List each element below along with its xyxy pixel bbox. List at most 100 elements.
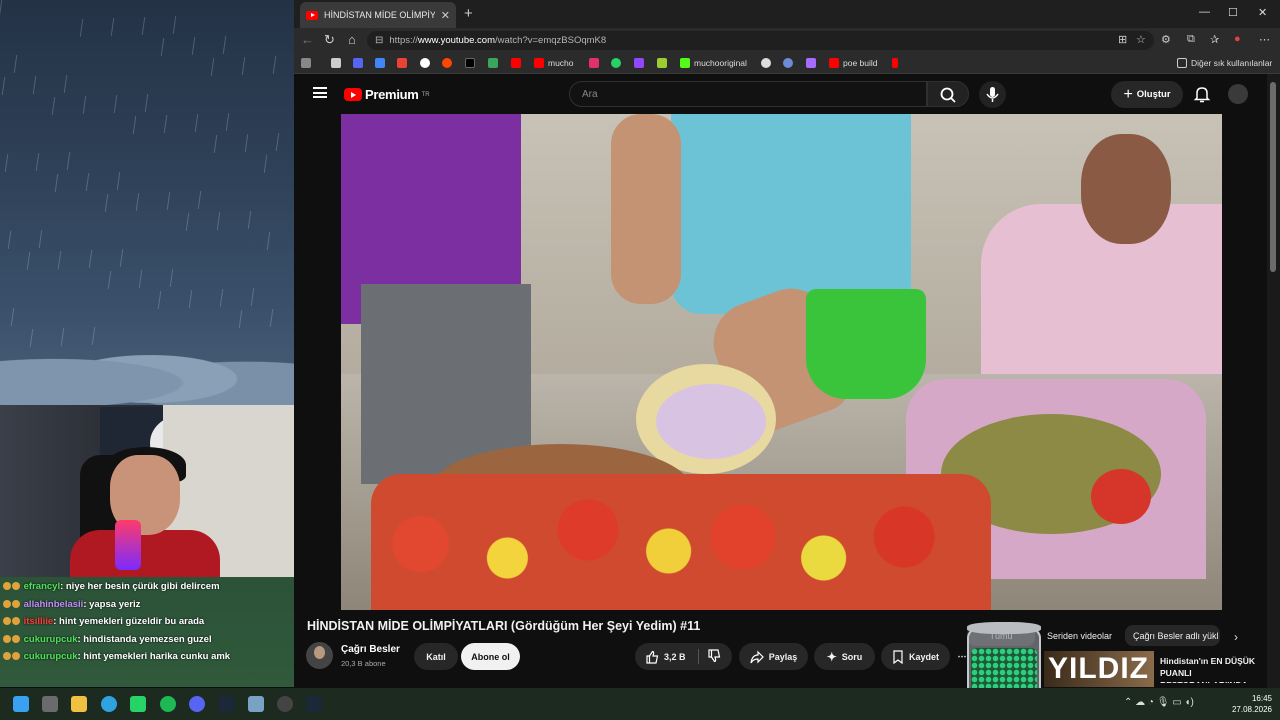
whatsapp-icon[interactable] bbox=[130, 696, 146, 712]
favorites-icon[interactable]: ✰ bbox=[1210, 33, 1219, 46]
other-bookmarks-folder[interactable]: Diğer sık kullanılanlar bbox=[1177, 57, 1272, 69]
obs-icon[interactable] bbox=[277, 696, 293, 712]
close-tab-icon[interactable]: ✕ bbox=[441, 9, 450, 22]
rain-streak bbox=[219, 289, 224, 307]
rain-streak bbox=[266, 232, 271, 250]
clock[interactable]: 16:45 27.08.2026 bbox=[1228, 693, 1272, 715]
gmail-icon[interactable] bbox=[397, 57, 407, 69]
more-menu-icon[interactable]: ⋯ bbox=[1259, 33, 1270, 46]
video-player[interactable] bbox=[341, 114, 1222, 610]
hamburger-menu-icon[interactable] bbox=[313, 87, 327, 98]
rain-streak bbox=[272, 56, 277, 74]
system-tray[interactable]: ⌃ ☁ ◔ 🎙 ▭ ◖) bbox=[1124, 697, 1194, 708]
youtube-bookmark-icon[interactable] bbox=[511, 57, 521, 69]
favorite-star-icon[interactable]: ☆ bbox=[1136, 33, 1146, 46]
reload-icon[interactable]: ↻ bbox=[324, 32, 335, 48]
notifications-bell-icon[interactable] bbox=[1192, 84, 1212, 104]
app-icon[interactable] bbox=[248, 696, 264, 712]
search-button[interactable] bbox=[927, 81, 969, 107]
steam-icon[interactable] bbox=[218, 696, 234, 712]
bookmark-icon[interactable] bbox=[892, 57, 898, 69]
share-button[interactable]: Paylaş bbox=[739, 643, 808, 670]
close-window-icon[interactable]: ✕ bbox=[1258, 6, 1267, 19]
steam-icon[interactable] bbox=[306, 696, 322, 712]
rain-streak bbox=[107, 271, 112, 289]
chat-message: cukurupcuk: hint yemekleri harika cunku … bbox=[3, 648, 291, 666]
chevron-right-icon[interactable]: › bbox=[1234, 630, 1238, 644]
video-title: HİNDİSTAN MİDE OLİMPİYATLARI (Gördüğüm H… bbox=[307, 619, 701, 633]
rain-streak bbox=[135, 193, 140, 211]
share-icon bbox=[750, 650, 764, 663]
start-menu-icon[interactable] bbox=[13, 696, 29, 712]
google-icon[interactable] bbox=[420, 57, 430, 69]
spotify-icon[interactable] bbox=[160, 696, 176, 712]
chat-text: : hint yemekleri harika cunku amk bbox=[77, 651, 231, 662]
discord-icon[interactable] bbox=[189, 696, 205, 712]
bookmark-icon[interactable] bbox=[761, 57, 771, 69]
browser-tab[interactable]: HİNDİSTAN MİDE OLİMPİYATLARI ✕ bbox=[300, 2, 456, 28]
bookmark-icon[interactable] bbox=[488, 57, 498, 69]
bookmark-icon[interactable] bbox=[301, 57, 311, 69]
task-view-icon[interactable] bbox=[42, 696, 58, 712]
chat-text: : hindistanda yemezsen guzel bbox=[77, 633, 212, 645]
chat-text: : yapsa yeriz bbox=[83, 598, 141, 610]
x-icon[interactable] bbox=[465, 57, 475, 69]
rain-streak bbox=[38, 230, 43, 248]
rain-streak bbox=[144, 94, 149, 112]
ask-button[interactable]: ✦ Soru bbox=[814, 643, 875, 670]
back-icon[interactable]: ← bbox=[301, 32, 314, 47]
chat-message: cukurupcuk: hindistanda yemezsen guzel bbox=[3, 631, 291, 649]
chip-channel-uploads[interactable]: Çağrı Besler adlı yükl bbox=[1125, 625, 1220, 646]
rain-streak bbox=[26, 252, 31, 270]
chip-series-videos[interactable]: Seriden videolar bbox=[1039, 625, 1119, 646]
recommended-title[interactable]: Hindistan'ın EN DÜŞÜK PUANLI RESTORANLAR… bbox=[1160, 655, 1264, 683]
bookmark-icon[interactable] bbox=[806, 57, 816, 69]
collections-icon[interactable]: ⧉ bbox=[1187, 33, 1195, 46]
page-scrollbar[interactable] bbox=[1267, 74, 1280, 688]
bookmark-muchooriginal[interactable]: muchooriginal bbox=[680, 57, 747, 69]
bookmark-icon[interactable] bbox=[657, 57, 667, 69]
file-explorer-icon[interactable] bbox=[71, 696, 87, 712]
search-input[interactable]: Ara bbox=[569, 81, 927, 107]
edge-icon[interactable] bbox=[101, 696, 117, 712]
like-button[interactable]: 3,2 B bbox=[635, 643, 732, 670]
subscribe-button[interactable]: Abone ol bbox=[461, 643, 520, 670]
account-avatar[interactable] bbox=[1228, 84, 1248, 104]
profile-icon[interactable]: ● bbox=[1234, 33, 1241, 45]
channel-avatar[interactable] bbox=[306, 642, 333, 669]
bookmark-icon[interactable] bbox=[783, 57, 793, 69]
rain-streak bbox=[138, 270, 143, 288]
voice-search-button[interactable] bbox=[979, 81, 1006, 108]
instagram-icon[interactable] bbox=[589, 57, 599, 69]
site-info-icon[interactable]: ⊟ bbox=[375, 35, 383, 46]
rain-streak bbox=[172, 16, 177, 34]
rain-streak bbox=[51, 97, 56, 115]
bookmark-poe-build[interactable]: poe build bbox=[829, 57, 878, 69]
bookmark-icon[interactable] bbox=[375, 57, 385, 69]
bookmark-icon[interactable] bbox=[353, 57, 363, 69]
thumbs-down-icon[interactable] bbox=[707, 649, 721, 663]
join-button[interactable]: Katıl bbox=[414, 643, 458, 670]
address-bar[interactable]: ⊟ https://www.youtube.com/watch?v=emqzBS… bbox=[367, 31, 1154, 50]
minimize-icon[interactable]: — bbox=[1199, 6, 1210, 18]
youtube-premium-logo[interactable]: Premium TR bbox=[344, 87, 430, 102]
channel-name[interactable]: Çağrı Besler bbox=[341, 644, 400, 655]
rain-streak bbox=[113, 95, 118, 113]
webcam-feed bbox=[0, 405, 303, 577]
whatsapp-icon[interactable] bbox=[611, 57, 621, 69]
new-tab-icon[interactable]: + bbox=[464, 5, 473, 22]
save-button[interactable]: Kaydet bbox=[881, 643, 950, 670]
reddit-icon[interactable] bbox=[442, 57, 452, 69]
extensions-icon[interactable]: ⚙ bbox=[1161, 33, 1171, 46]
create-button[interactable]: + Oluştur bbox=[1111, 81, 1183, 108]
maximize-icon[interactable]: ☐ bbox=[1228, 6, 1238, 19]
scrollbar-thumb[interactable] bbox=[1270, 82, 1276, 272]
twitch-icon[interactable] bbox=[634, 57, 644, 69]
bookmark-icon[interactable] bbox=[331, 57, 341, 69]
home-icon[interactable]: ⌂ bbox=[348, 32, 356, 47]
chat-user: cukurupcuk bbox=[23, 633, 78, 645]
rain-streak bbox=[104, 194, 109, 212]
bookmark-mucho[interactable]: mucho bbox=[534, 57, 574, 69]
recommended-thumbnail[interactable]: YILDIZ bbox=[1044, 651, 1154, 687]
app-icon[interactable]: ⊞ bbox=[1118, 33, 1127, 46]
